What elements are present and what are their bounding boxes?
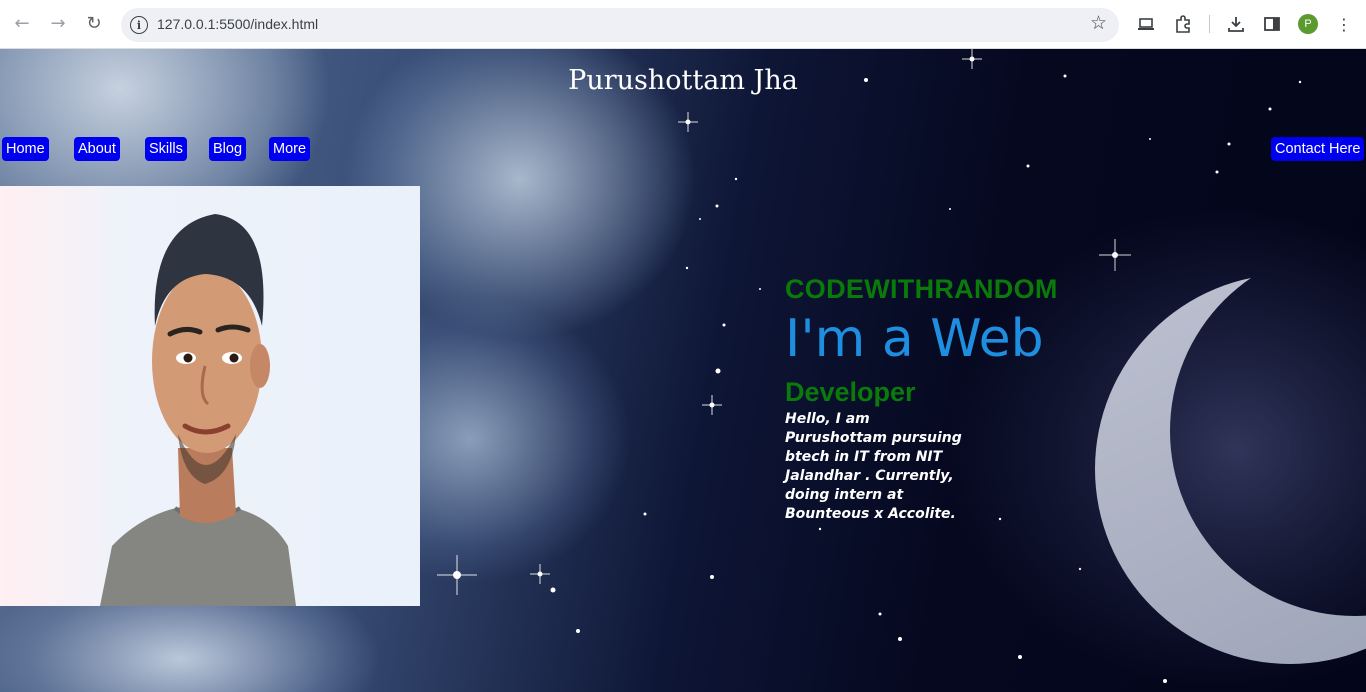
brand-heading: CODEWITHRANDOM	[785, 274, 1058, 304]
address-bar[interactable]: i 127.0.0.1:5500/index.html ☆	[121, 8, 1119, 42]
profile-avatar[interactable]: P	[1298, 14, 1318, 34]
role-text: Developer	[785, 377, 916, 407]
bookmark-star-icon[interactable]: ☆	[1090, 12, 1107, 34]
site-info-icon[interactable]: i	[130, 16, 148, 34]
contact-button[interactable]: Contact Here	[1271, 137, 1365, 161]
extensions-icon[interactable]	[1172, 12, 1194, 36]
menu-dots-icon[interactable]: ⋮	[1333, 12, 1355, 36]
download-icon[interactable]	[1225, 12, 1247, 36]
intro-paragraph: Hello, I am Purushottam pursuing btech i…	[785, 411, 962, 522]
back-arrow-icon[interactable]: ←	[10, 12, 34, 36]
url-text[interactable]: 127.0.0.1:5500/index.html	[157, 16, 318, 32]
nav-home[interactable]: Home	[2, 137, 49, 161]
browser-toolbar: ← → ↻ i 127.0.0.1:5500/index.html ☆ P ⋮	[0, 0, 1366, 49]
toolbar-separator	[1209, 15, 1210, 33]
hero-text-block: CODEWITHRANDOM I'm a Web Developer Hello…	[785, 274, 1058, 524]
nav-skills[interactable]: Skills	[145, 137, 187, 161]
side-panel-icon[interactable]	[1261, 12, 1283, 36]
page-viewport: Purushottam Jha Home About Skills Blog M…	[0, 49, 1366, 692]
cast-icon[interactable]	[1135, 12, 1157, 36]
reload-icon[interactable]: ↻	[82, 12, 106, 36]
headline-text: I'm a Web	[785, 309, 1044, 369]
site-title: Purushottam Jha	[568, 65, 798, 96]
nav-about[interactable]: About	[74, 137, 120, 161]
nav-blog[interactable]: Blog	[209, 137, 247, 161]
nav-more[interactable]: More	[269, 137, 311, 161]
profile-avatar-image	[0, 186, 420, 606]
forward-arrow-icon[interactable]: →	[46, 12, 70, 36]
